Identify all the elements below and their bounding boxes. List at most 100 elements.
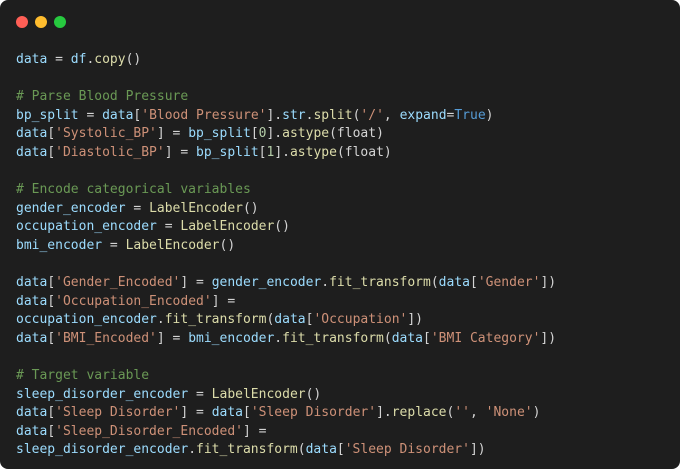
code-token: ( [383,330,392,346]
code-token: 'BMI_Encoded' [55,330,157,346]
code-token: split [313,107,353,123]
code-token: [ [250,126,259,142]
code-token: () [125,52,142,67]
code-token: [ [47,330,56,346]
code-line: # Target variable [16,367,556,386]
code-token: bp_split [188,126,251,142]
code-token: 'Sleep Disorder' [55,405,181,421]
code-token: df [70,52,87,67]
code-token: () [274,219,290,235]
code-line: bp_split = data['Blood Pressure'].str.sp… [16,107,556,126]
code-token: data [274,312,306,328]
code-token: 'Systolic_BP' [55,126,157,142]
code-token: ]) [407,312,424,328]
code-token: [ [469,275,478,291]
code-token: 'Occupation_Encoded' [55,293,212,309]
code-token: [ [243,405,251,421]
code-line: data['Sleep Disorder'] = data['Sleep Dis… [16,404,556,423]
code-token: data [16,52,48,67]
code-line: data['BMI_Encoded'] = bmi_encoder.fit_tr… [16,330,556,349]
code-line: data['Sleep_Disorder_Encoded'] = [16,423,556,442]
code-token: data [102,107,134,123]
code-token: data [16,275,48,291]
code-token: sleep_disorder_encoder [16,386,189,402]
code-token: ]. [266,126,283,142]
code-token: 'Blood Pressure' [141,107,267,123]
code-token: data [438,275,470,291]
code-token: astype [289,144,337,160]
code-token: gender_encoder [16,200,126,216]
code-token: str [282,107,306,123]
code-token: 'Sleep_Disorder_Encoded' [55,423,243,439]
code-token: [ [47,423,56,439]
code-token: expand [399,107,447,123]
code-token: ) [485,107,494,123]
code-token: 'Gender' [477,275,541,291]
code-token: bmi_encoder [16,237,103,253]
code-token: ] = [164,144,197,160]
code-token: ( [297,442,306,458]
code-token: 'Sleep Disorder' [344,442,470,458]
code-line: # Parse Blood Pressure [16,88,556,107]
code-token: data [211,405,243,421]
code-block: data = df.copy() # Parse Blood Pressure b… [16,51,556,460]
code-token: ] = [211,293,236,309]
minimize-icon[interactable] [35,16,47,28]
code-line: data['Gender_Encoded'] = gender_encoder.… [16,274,556,293]
code-token: bp_split [196,144,259,160]
code-line: data['Diastolic_BP'] = bp_split[1].astyp… [16,144,556,163]
code-token: replace [391,405,447,421]
code-token: (float) [336,144,392,160]
code-token: fit_transform [164,312,267,328]
close-icon[interactable] [16,16,28,28]
code-line: data = df.copy() [16,51,556,70]
window-titlebar [0,0,680,44]
code-token: [ [336,442,345,458]
code-token: data [16,423,48,439]
code-token: [ [423,330,431,346]
code-token: data [16,144,48,160]
code-token: = [47,52,71,67]
code-token: fit_transform [196,442,298,458]
maximize-icon[interactable] [54,16,66,28]
code-token: gender_encoder [211,275,322,291]
code-token: (float) [329,126,384,142]
code-token: . [274,330,283,346]
code-token: # Target variable [16,368,150,384]
code-line: sleep_disorder_encoder.fit_transform(dat… [16,441,556,460]
code-token: , [470,405,486,421]
code-token: True [454,107,486,123]
code-token: data [16,126,48,142]
code-token: 'Occupation' [313,312,408,328]
code-token: astype [282,126,330,142]
code-token: . [321,275,330,291]
code-token: [ [47,144,56,160]
code-token: () [305,386,322,402]
code-token: ]) [540,275,557,291]
code-token: ] = [242,423,267,439]
code-window: data = df.copy() # Parse Blood Pressure b… [0,0,680,469]
code-token: . [156,312,165,328]
code-token: data [16,405,48,421]
code-token: [ [47,405,56,421]
code-token: bp_split [16,107,79,123]
code-token: () [219,237,236,253]
code-token: data [305,442,337,458]
code-token: ( [430,275,439,291]
code-token: ]) [540,330,557,346]
code-token: '' [454,405,470,421]
code-token: fit_transform [282,330,384,346]
code-token: '/' [360,107,384,123]
code-token: = [188,386,212,402]
code-token: ] = [156,330,189,346]
code-token: data [16,330,48,346]
code-token: LabelEncoder [180,219,275,235]
code-line: bmi_encoder = LabelEncoder() [16,237,556,256]
code-token: ] = [180,275,212,291]
code-token: LabelEncoder [125,237,220,253]
code-token: ]. [376,405,392,421]
code-line: # Encode categorical variables [16,181,556,200]
code-token: occupation_encoder [16,312,157,328]
